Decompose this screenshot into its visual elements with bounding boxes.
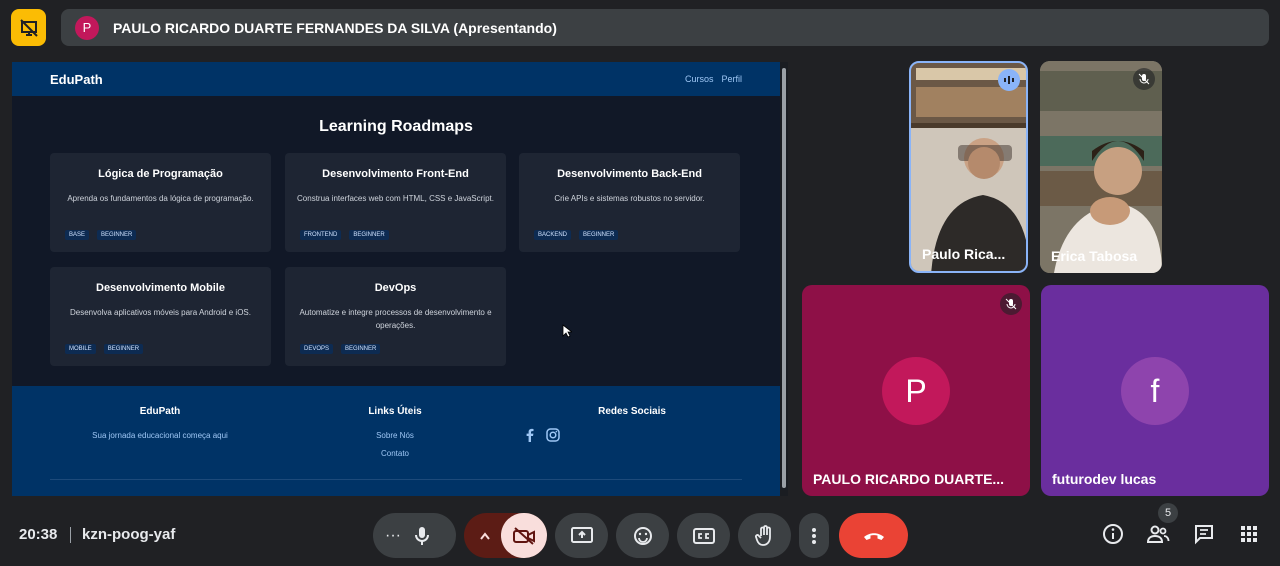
card-tag: BACKEND <box>534 230 572 240</box>
site-nav-link-perfil: Perfil <box>721 74 742 84</box>
leave-call-button[interactable] <box>839 513 908 558</box>
card-title: DevOps <box>374 282 417 294</box>
captions-button[interactable] <box>677 513 730 558</box>
more-audio-options-button[interactable]: ··· <box>385 527 401 545</box>
chat-button[interactable] <box>1191 521 1217 547</box>
participant-video-frame <box>1040 61 1162 273</box>
site-nav-link-cursos: Cursos <box>684 74 714 84</box>
chat-icon <box>1195 525 1213 545</box>
roadmap-card: Desenvolvimento Mobile Desenvolva aplica… <box>50 267 271 366</box>
closed-captions-icon <box>692 527 715 544</box>
footer-divider <box>50 479 742 480</box>
activities-button[interactable] <box>1236 521 1262 547</box>
participant-tile-video[interactable]: Erica Tabosa <box>1040 61 1162 273</box>
card-title: Desenvolvimento Back-End <box>557 168 702 180</box>
microphone-icon[interactable] <box>414 526 429 546</box>
mic-control-group: ··· <box>373 513 456 558</box>
roadmap-card: Desenvolvimento Back-End Crie APIs e sis… <box>519 153 740 252</box>
participant-count-badge: 5 <box>1158 503 1178 523</box>
apps-grid-icon <box>1241 526 1257 542</box>
reactions-button[interactable] <box>616 513 669 558</box>
participant-name: Erica Tabosa <box>1051 248 1138 264</box>
people-button[interactable] <box>1145 521 1171 547</box>
participant-avatar: f <box>1121 357 1189 425</box>
card-tag: FRONTEND <box>300 230 342 240</box>
card-tag: BEGINNER <box>579 230 619 240</box>
roadmap-card: Desenvolvimento Front-End Construa inter… <box>285 153 506 252</box>
card-description: Aprenda os fundamentos da lógica de prog… <box>67 194 254 203</box>
shared-screen: EduPath Cursos Perfil Learning Roadmaps … <box>12 62 780 496</box>
participant-name: Paulo Rica... <box>922 246 1006 262</box>
roadmap-card: DevOps Automatize e integre processos de… <box>285 267 506 366</box>
card-title: Lógica de Programação <box>98 168 223 180</box>
participant-name: PAULO RICARDO DUARTE... <box>813 471 1005 487</box>
participant-tile[interactable]: f futurodev lucas <box>1041 285 1269 496</box>
raise-hand-button[interactable] <box>738 513 791 558</box>
card-title: Desenvolvimento Mobile <box>96 282 225 294</box>
present-screen-icon <box>570 526 593 543</box>
card-tag: MOBILE <box>65 344 96 354</box>
facebook-icon <box>526 428 534 442</box>
more-options-button[interactable] <box>799 513 829 558</box>
camera-options-button[interactable] <box>464 527 506 545</box>
page-title: Learning Roadmaps <box>319 118 473 135</box>
divider <box>70 527 71 543</box>
meeting-clock: 20:38 <box>19 526 58 543</box>
participant-name: futurodev lucas <box>1052 471 1157 487</box>
participant-avatar: P <box>882 357 950 425</box>
presenter-avatar: P <box>75 15 99 40</box>
participant-video-frame <box>911 63 1026 271</box>
participant-tile[interactable]: P PAULO RICARDO DUARTE... <box>802 285 1030 496</box>
camera-off-icon <box>513 526 535 545</box>
mic-off-icon <box>1000 293 1022 315</box>
instagram-icon <box>546 428 560 442</box>
end-call-icon <box>863 532 884 540</box>
presenter-label: PAULO RICARDO DUARTE FERNANDES DA SILVA … <box>113 19 557 36</box>
camera-control-group <box>464 513 547 558</box>
presenter-bar: P PAULO RICARDO DUARTE FERNANDES DA SILV… <box>61 9 1269 46</box>
site-navbar: EduPath Cursos Perfil <box>12 62 780 96</box>
screen-scrollbar[interactable] <box>780 62 788 496</box>
card-tag: BEGINNER <box>103 344 144 354</box>
card-description: Desenvolva aplicativos móveis para Andro… <box>70 308 251 317</box>
card-description: Automatize e integre processos de desenv… <box>299 308 492 330</box>
presentation-off-icon[interactable] <box>11 9 46 46</box>
chevron-up-icon <box>480 531 490 540</box>
card-tag: BEGINNER <box>97 230 137 240</box>
mic-off-icon <box>1133 68 1155 90</box>
card-description: Crie APIs e sistemas robustos no servido… <box>554 194 705 203</box>
speaking-indicator-icon <box>998 69 1020 91</box>
raise-hand-icon <box>754 524 771 546</box>
mouse-cursor-icon <box>562 324 572 338</box>
card-tag: BEGINNER <box>349 230 389 240</box>
participant-tile-video[interactable]: Paulo Rica... <box>909 61 1028 273</box>
people-icon <box>1146 525 1170 543</box>
roadmap-card: Lógica de Programação Aprenda os fundame… <box>50 153 271 252</box>
site-footer: EduPath Sua jornada educacional começa a… <box>12 386 780 496</box>
card-tag: BEGINNER <box>341 344 381 354</box>
info-icon <box>1103 524 1123 544</box>
more-vert-icon <box>812 527 816 544</box>
card-tag: DEVOPS <box>300 344 334 354</box>
meeting-info-button[interactable] <box>1100 521 1126 547</box>
meeting-code: kzn-poog-yaf <box>82 526 176 543</box>
present-screen-button[interactable] <box>555 513 608 558</box>
camera-toggle-button[interactable] <box>501 513 547 558</box>
footer-link-sobre: Sobre Nós <box>376 431 414 440</box>
footer-heading: Redes Sociais <box>598 406 666 417</box>
footer-heading: EduPath <box>139 406 181 417</box>
footer-link-contato: Contato <box>380 449 410 458</box>
footer-heading: Links Úteis <box>368 406 422 417</box>
card-description: Construa interfaces web com HTML, CSS e … <box>297 194 494 203</box>
emoji-icon <box>633 526 652 545</box>
card-title: Desenvolvimento Front-End <box>322 168 469 180</box>
site-logo: EduPath <box>50 71 103 87</box>
card-tag: BASE <box>65 230 90 240</box>
footer-text: Sua jornada educacional começa aqui <box>92 431 228 440</box>
